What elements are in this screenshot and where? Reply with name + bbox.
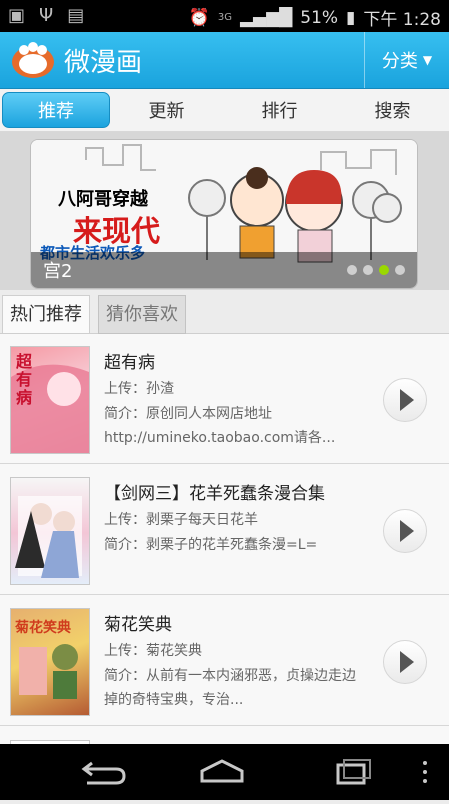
comic-title: 超有病 — [104, 353, 155, 373]
sub-tabs: 热门推荐 猜你喜欢 — [0, 293, 449, 334]
banner-carousel: 八阿哥穿越 来现代 都市生活欢乐多 宫2 — [0, 132, 449, 290]
more-icon[interactable] — [423, 761, 427, 783]
category-menu[interactable]: 分类 ▼ — [364, 32, 449, 88]
usb-icon: Ψ — [39, 5, 54, 26]
back-icon[interactable] — [81, 761, 126, 785]
play-icon — [400, 651, 414, 673]
alarm-icon: ⏰ — [188, 7, 210, 28]
category-label: 分类 — [381, 51, 418, 72]
nav-icons — [81, 759, 427, 785]
uploader-name: 菊花笑典 — [146, 643, 202, 659]
home-icon[interactable] — [200, 759, 244, 783]
banner-caption: 宫2 — [43, 261, 73, 282]
carousel-dot[interactable] — [347, 265, 357, 275]
comic-title: 菊花笑典 — [104, 615, 172, 635]
play-button[interactable] — [383, 378, 427, 422]
status-bar: ▣ Ψ ▤ ⏰ 3G ▂▄▆█ 51% ▮ 下午 1:28 — [0, 0, 449, 32]
app-logo-icon — [12, 42, 54, 78]
cover-title: 超有病 — [16, 352, 33, 407]
message-icon: ▤ — [67, 5, 85, 26]
tab-search[interactable]: 搜索 — [336, 89, 449, 131]
play-icon — [400, 389, 414, 411]
app-title: 微漫画 — [64, 48, 143, 78]
clock: 下午 1:28 — [363, 10, 441, 30]
uploader-name: 剥栗子每天日花羊 — [146, 512, 258, 528]
comic-cover[interactable]: 菊花笑典 — [10, 608, 90, 716]
comic-title: 【剑网三】花羊死蠢条漫合集 — [104, 484, 325, 504]
signal-icon: ▂▄▆█ — [239, 7, 293, 28]
battery-icon: ▮ — [346, 7, 356, 28]
desc-label: 简介： — [104, 668, 146, 684]
uploader-label: 上传： — [104, 381, 146, 397]
subtab-guess-like[interactable]: 猜你喜欢 — [98, 295, 186, 334]
tab-ranking[interactable]: 排行 — [223, 89, 336, 131]
uploader-label: 上传： — [104, 643, 146, 659]
uploader-label: 上传： — [104, 512, 146, 528]
comic-desc: 剥栗子的花羊死蠢条漫=L= — [146, 537, 318, 553]
android-debug-icon: ▣ — [8, 5, 26, 26]
carousel-dot-active[interactable] — [379, 265, 389, 275]
list-item[interactable]: 【剑网三】花羊死蠢条漫合集 上传：剥栗子每天日花羊 简介：剥栗子的花羊死蠢条漫=… — [0, 465, 449, 595]
recent-apps-icon[interactable] — [336, 759, 371, 785]
subtab-hot-recommend[interactable]: 热门推荐 — [2, 295, 90, 333]
cover-title: 菊花笑典 — [15, 620, 71, 636]
cover-art — [15, 496, 82, 578]
tab-update[interactable]: 更新 — [110, 89, 223, 131]
carousel-dots — [347, 265, 405, 275]
network-type: 3G — [217, 12, 232, 23]
desc-label: 简介： — [104, 406, 146, 422]
play-button[interactable] — [383, 640, 427, 684]
banner-image[interactable]: 八阿哥穿越 来现代 都市生活欢乐多 宫2 — [30, 139, 418, 289]
battery-percent: 51% — [300, 7, 339, 28]
list-item[interactable]: 菊花笑典 菊花笑典 上传：菊花笑典 简介：从前有一本内涵邪恶，贞操边走边掉的奇特… — [0, 596, 449, 726]
play-icon — [400, 520, 414, 542]
desc-label: 简介： — [104, 537, 146, 553]
main-tabs: 推荐 更新 排行 搜索 — [0, 89, 449, 132]
tab-recommend[interactable]: 推荐 — [2, 92, 110, 128]
comic-cover[interactable] — [10, 477, 90, 585]
play-button[interactable] — [383, 509, 427, 553]
system-nav-bar — [0, 744, 449, 800]
carousel-dot[interactable] — [363, 265, 373, 275]
app-header: 微漫画 分类 ▼ — [0, 32, 449, 89]
carousel-dot[interactable] — [395, 265, 405, 275]
comic-cover[interactable]: 超有病 — [10, 346, 90, 454]
comic-list: 超有病 超有病 上传：孙渣 简介：原创同人本网店地址http://umineko… — [0, 334, 449, 744]
chevron-down-icon: ▼ — [422, 53, 433, 67]
uploader-name: 孙渣 — [146, 381, 174, 397]
list-item[interactable]: 超有病 超有病 上传：孙渣 简介：原创同人本网店地址http://umineko… — [0, 334, 449, 464]
